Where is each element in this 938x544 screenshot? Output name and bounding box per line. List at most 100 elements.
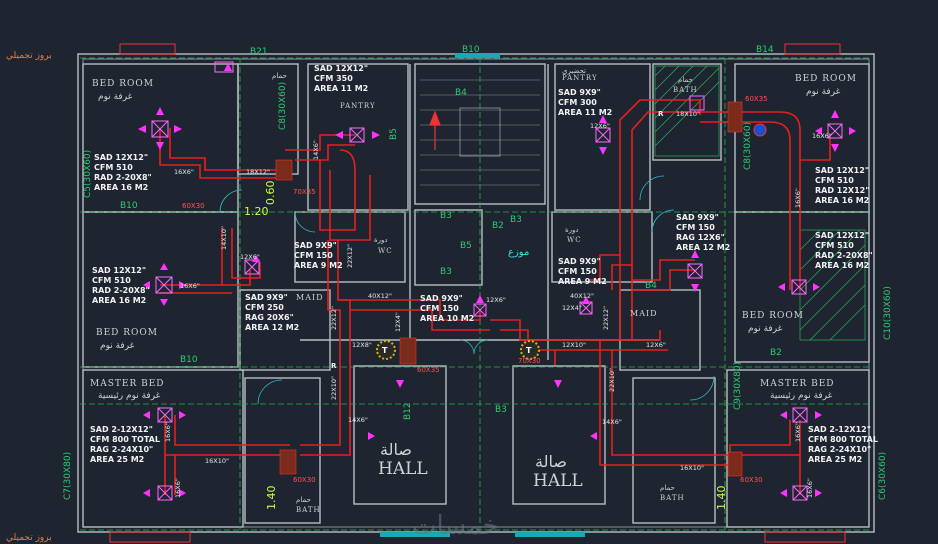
svg-text:AREA 9 M2: AREA 9 M2 xyxy=(294,261,343,270)
svg-text:CFM 300: CFM 300 xyxy=(558,98,597,107)
bath-ar-br: حمام xyxy=(660,484,675,492)
svg-text:AREA 16 M2: AREA 16 M2 xyxy=(815,261,869,270)
wc-ar-r: دورة xyxy=(565,226,579,234)
svg-text:CFM 510: CFM 510 xyxy=(815,241,854,250)
svg-text:CFM 510: CFM 510 xyxy=(92,276,131,285)
bath-label-br: BATH xyxy=(660,494,685,502)
bath-label-tr: BATH xyxy=(673,86,698,94)
svg-text:16X6": 16X6" xyxy=(806,478,814,498)
bed-room-label-ml: BED ROOM xyxy=(96,328,158,338)
svg-text:CFM 150: CFM 150 xyxy=(420,304,459,313)
marker-r1: R xyxy=(658,110,664,118)
bed-room-ar-mr: غرفة نوم xyxy=(748,324,783,334)
svg-text:14X10": 14X10" xyxy=(220,226,228,250)
svg-text:CFM 250: CFM 250 xyxy=(245,303,284,312)
svg-text:C8(30X60): C8(30X60) xyxy=(743,122,753,170)
svg-text:16X6": 16X6" xyxy=(164,422,172,442)
svg-text:SAD 9X9": SAD 9X9" xyxy=(245,293,288,302)
master-bed-ar-l: غرفة نوم رئيسية xyxy=(98,391,161,401)
svg-text:12X6": 12X6" xyxy=(646,341,666,349)
svg-text:SAD 9X9": SAD 9X9" xyxy=(676,213,719,222)
svg-text:AREA 16 M2: AREA 16 M2 xyxy=(815,196,869,205)
watermark: خمسات xyxy=(412,511,499,541)
projection-ar-top: بروز تجميلي xyxy=(6,51,52,61)
svg-text:AREA 12 M2: AREA 12 M2 xyxy=(676,243,730,252)
svg-text:12X6": 12X6" xyxy=(486,296,506,304)
spec-top-left-bed: SAD 12X12" CFM 510 RAD 2-20X8" AREA 16 M… xyxy=(94,153,152,192)
svg-text:AREA 9 M2: AREA 9 M2 xyxy=(558,277,607,286)
svg-text:16X6": 16X6" xyxy=(812,132,832,140)
wc-label-r: WC xyxy=(567,236,582,244)
svg-text:SAD 12X12": SAD 12X12" xyxy=(815,166,869,175)
svg-text:RAG 20X6": RAG 20X6" xyxy=(245,313,294,322)
svg-text:B10: B10 xyxy=(180,355,198,365)
svg-text:RAD 2-20X8": RAD 2-20X8" xyxy=(94,173,152,182)
svg-text:C10(30X60): C10(30X60) xyxy=(883,286,893,340)
svg-text:CFM 510: CFM 510 xyxy=(815,176,854,185)
svg-text:22X12": 22X12" xyxy=(602,306,610,330)
svg-text:B2: B2 xyxy=(770,348,782,358)
svg-text:CFM 800 TOTAL: CFM 800 TOTAL xyxy=(808,435,878,444)
unit-60x30-c: 60X30 xyxy=(740,476,763,484)
bed-room-ar-ml: غرفة نوم xyxy=(100,341,135,351)
svg-text:SAD 9X9": SAD 9X9" xyxy=(420,294,463,303)
svg-text:16X6": 16X6" xyxy=(174,478,182,498)
projection-ar-bottom: بروز تجميلي xyxy=(6,533,52,543)
svg-text:22X10": 22X10" xyxy=(608,368,616,392)
svg-text:CFM 150: CFM 150 xyxy=(558,267,597,276)
svg-text:SAD 12X12": SAD 12X12" xyxy=(314,64,368,73)
master-bed-label-l: MASTER BED xyxy=(90,379,165,389)
hall-label-r: HALL xyxy=(533,471,583,491)
svg-text:22X12": 22X12" xyxy=(330,306,338,330)
svg-text:B3: B3 xyxy=(495,405,507,415)
svg-text:RAD 2-20X8": RAD 2-20X8" xyxy=(92,286,150,295)
svg-text:C8(30X60): C8(30X60) xyxy=(278,82,288,130)
svg-text:B5: B5 xyxy=(389,128,399,140)
svg-text:16X6": 16X6" xyxy=(794,188,802,208)
distributor-ar: موزع xyxy=(508,247,529,258)
svg-text:SAD 2-12X12": SAD 2-12X12" xyxy=(808,425,871,434)
pantry-label-r: PANTRY xyxy=(562,74,598,82)
unit-60x35-b: 60X35 xyxy=(417,366,440,374)
svg-text:SAD 12X12": SAD 12X12" xyxy=(92,266,146,275)
svg-text:AREA 16 M2: AREA 16 M2 xyxy=(92,296,146,305)
svg-text:CFM 800 TOTAL: CFM 800 TOTAL xyxy=(90,435,160,444)
pantry-label-l: PANTRY xyxy=(340,102,376,110)
svg-text:RAG 2-24X10": RAG 2-24X10" xyxy=(90,445,153,454)
svg-text:AREA 12 M2: AREA 12 M2 xyxy=(245,323,299,332)
svg-text:C5(30X60): C5(30X60) xyxy=(83,150,93,198)
svg-text:CFM 350: CFM 350 xyxy=(314,74,353,83)
svg-text:16X10": 16X10" xyxy=(680,464,704,472)
svg-text:AREA 25 M2: AREA 25 M2 xyxy=(90,455,144,464)
svg-text:14X6": 14X6" xyxy=(602,418,622,426)
svg-text:CFM 510: CFM 510 xyxy=(94,163,133,172)
svg-text:SAD 9X9": SAD 9X9" xyxy=(558,88,601,97)
svg-text:SAD 9X9": SAD 9X9" xyxy=(558,257,601,266)
svg-text:C9(30X80): C9(30X80) xyxy=(733,362,743,410)
svg-text:RAD 12X12": RAD 12X12" xyxy=(815,186,869,195)
svg-text:22X10": 22X10" xyxy=(330,376,338,400)
marker-t2: T xyxy=(526,346,532,355)
svg-text:CFM 150: CFM 150 xyxy=(294,251,333,260)
spec-mid-right-bed: SAD 12X12" CFM 510 RAD 2-20X8" AREA 16 M… xyxy=(815,231,873,270)
svg-text:16X6": 16X6" xyxy=(174,168,194,176)
svg-text:16X10": 16X10" xyxy=(205,457,229,465)
svg-text:B10: B10 xyxy=(120,201,138,211)
svg-text:14X6": 14X6" xyxy=(348,416,368,424)
marker-r2: R xyxy=(331,362,337,370)
svg-text:18X12": 18X12" xyxy=(246,168,270,176)
svg-text:12X6": 12X6" xyxy=(240,253,260,261)
svg-text:B14: B14 xyxy=(756,45,774,55)
svg-text:RAD 2-20X8": RAD 2-20X8" xyxy=(815,251,873,260)
svg-text:16X6": 16X6" xyxy=(180,282,200,290)
svg-text:B5: B5 xyxy=(460,241,472,251)
svg-text:B2: B2 xyxy=(492,221,504,231)
bath-ar-tl: حمام xyxy=(272,72,287,80)
svg-text:SAD 2-12X12": SAD 2-12X12" xyxy=(90,425,153,434)
svg-text:AREA 10 M2: AREA 10 M2 xyxy=(420,314,474,323)
bath-ar-bl: حمام xyxy=(296,496,311,504)
svg-text:40X12": 40X12" xyxy=(570,292,594,300)
svg-text:B4: B4 xyxy=(645,281,657,291)
level-1-40-b: 1.40 xyxy=(715,486,728,511)
svg-text:AREA 25 M2: AREA 25 M2 xyxy=(808,455,862,464)
